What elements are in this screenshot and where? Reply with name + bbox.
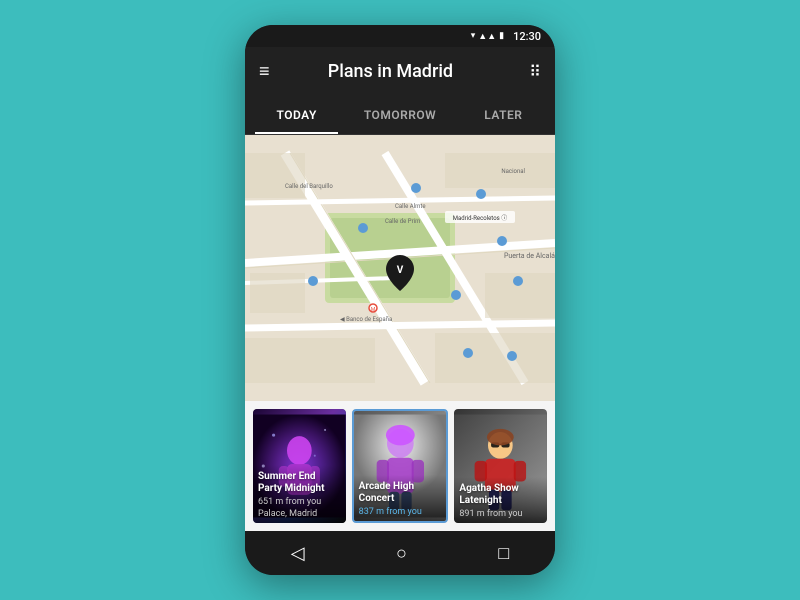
svg-text:Calle Almte: Calle Almte [395,203,426,210]
location-dot-2 [411,183,421,193]
svg-text:Madrid-Recoletos ⓘ: Madrid-Recoletos ⓘ [453,214,507,222]
nav-home-button[interactable]: ○ [380,535,423,572]
status-bar: ▾ ▲▲ ▮ 12:30 [245,25,555,47]
card-distance-agatha: 891 m from you [459,509,542,519]
card-overlay-arcade: Arcade High Concert 837 m from you [354,475,447,521]
card-overlay-summer: Summer End Party Midnight 651 m from you… [253,465,346,523]
map-container[interactable]: Puerta de Alcalá Calle del Barquillo Cal… [245,135,555,401]
app-title: Plans in Madrid [252,61,530,82]
signal-icons: ▾ ▲▲ ▮ [471,31,504,42]
event-card-agatha[interactable]: Agatha Show Latenight 891 m from you [454,409,547,523]
card-distance-summer: 651 m from you [258,497,341,507]
location-dot-9 [507,351,517,361]
svg-text:M: M [371,307,375,313]
card-subtitle-summer: Palace, Madrid [258,509,341,519]
svg-text:Calle del Barquillo: Calle del Barquillo [285,183,333,190]
svg-text:◀ Banco de España: ◀ Banco de España [340,316,392,323]
card-title-agatha: Agatha Show Latenight [459,483,542,507]
location-dot-4 [497,236,507,246]
location-dot-8 [463,348,473,358]
svg-text:Nacional: Nacional [501,168,525,175]
card-title-summer: Summer End Party Midnight [258,471,341,495]
location-dot-5 [513,276,523,286]
event-card-arcade[interactable]: Arcade High Concert 837 m from you [352,409,449,523]
map-main-marker[interactable]: V [386,255,414,289]
svg-text:Calle de Prim: Calle de Prim [385,218,420,225]
card-distance-arcade: 837 m from you [359,507,442,517]
bottom-nav: ◁ ○ □ [245,531,555,575]
location-dot-3 [476,189,486,199]
signal-icon: ▲▲ [478,31,496,42]
tabs-bar: TODAY TOMORROW LATER [245,95,555,135]
tab-tomorrow[interactable]: TOMORROW [348,95,451,134]
location-dot-1 [358,223,368,233]
nav-recent-button[interactable]: □ [482,535,525,572]
location-dot-7 [308,276,318,286]
svg-text:Puerta de Alcalá: Puerta de Alcalá [504,252,555,260]
tab-later[interactable]: LATER [452,95,555,134]
card-title-arcade: Arcade High Concert [359,481,442,505]
location-dot-6 [451,290,461,300]
grid-icon[interactable]: ⠿ [529,62,541,81]
wifi-icon: ▾ [471,31,476,41]
battery-icon: ▮ [499,31,504,41]
nav-back-button[interactable]: ◁ [275,535,321,572]
tab-today[interactable]: TODAY [245,95,348,134]
cards-strip: Summer End Party Midnight 651 m from you… [245,401,555,531]
phone-frame: ▾ ▲▲ ▮ 12:30 ≡ Plans in Madrid ⠿ TODAY T… [245,25,555,575]
app-bar: ≡ Plans in Madrid ⠿ [245,47,555,95]
status-time: 12:30 [513,30,541,43]
event-card-summer[interactable]: Summer End Party Midnight 651 m from you… [253,409,346,523]
card-overlay-agatha: Agatha Show Latenight 891 m from you [454,477,547,523]
svg-text:V: V [397,265,404,276]
